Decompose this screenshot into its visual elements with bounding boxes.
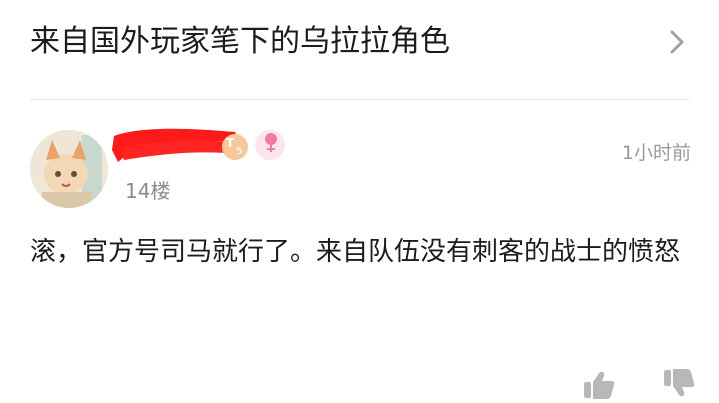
- thread-header[interactable]: 来自国外玩家笔下的乌拉拉角色: [0, 0, 719, 100]
- avatar[interactable]: [30, 130, 108, 208]
- level-badge-letter: T: [226, 136, 235, 150]
- floor-number: 14楼: [125, 179, 171, 203]
- divider: [30, 99, 689, 100]
- chevron-right-icon[interactable]: [665, 28, 689, 56]
- thumbs-up-icon[interactable]: [582, 368, 616, 400]
- thread-title: 来自国外玩家笔下的乌拉拉角色: [30, 24, 450, 59]
- female-symbol-icon: [265, 133, 277, 152]
- thumbs-down-icon[interactable]: [662, 368, 696, 400]
- level-badge-number: 5: [236, 146, 243, 157]
- comment-text: 滚，官方号司马就行了。来自队伍没有刺客的战士的愤怒: [30, 237, 681, 267]
- post-timestamp: 1小时前: [621, 142, 691, 164]
